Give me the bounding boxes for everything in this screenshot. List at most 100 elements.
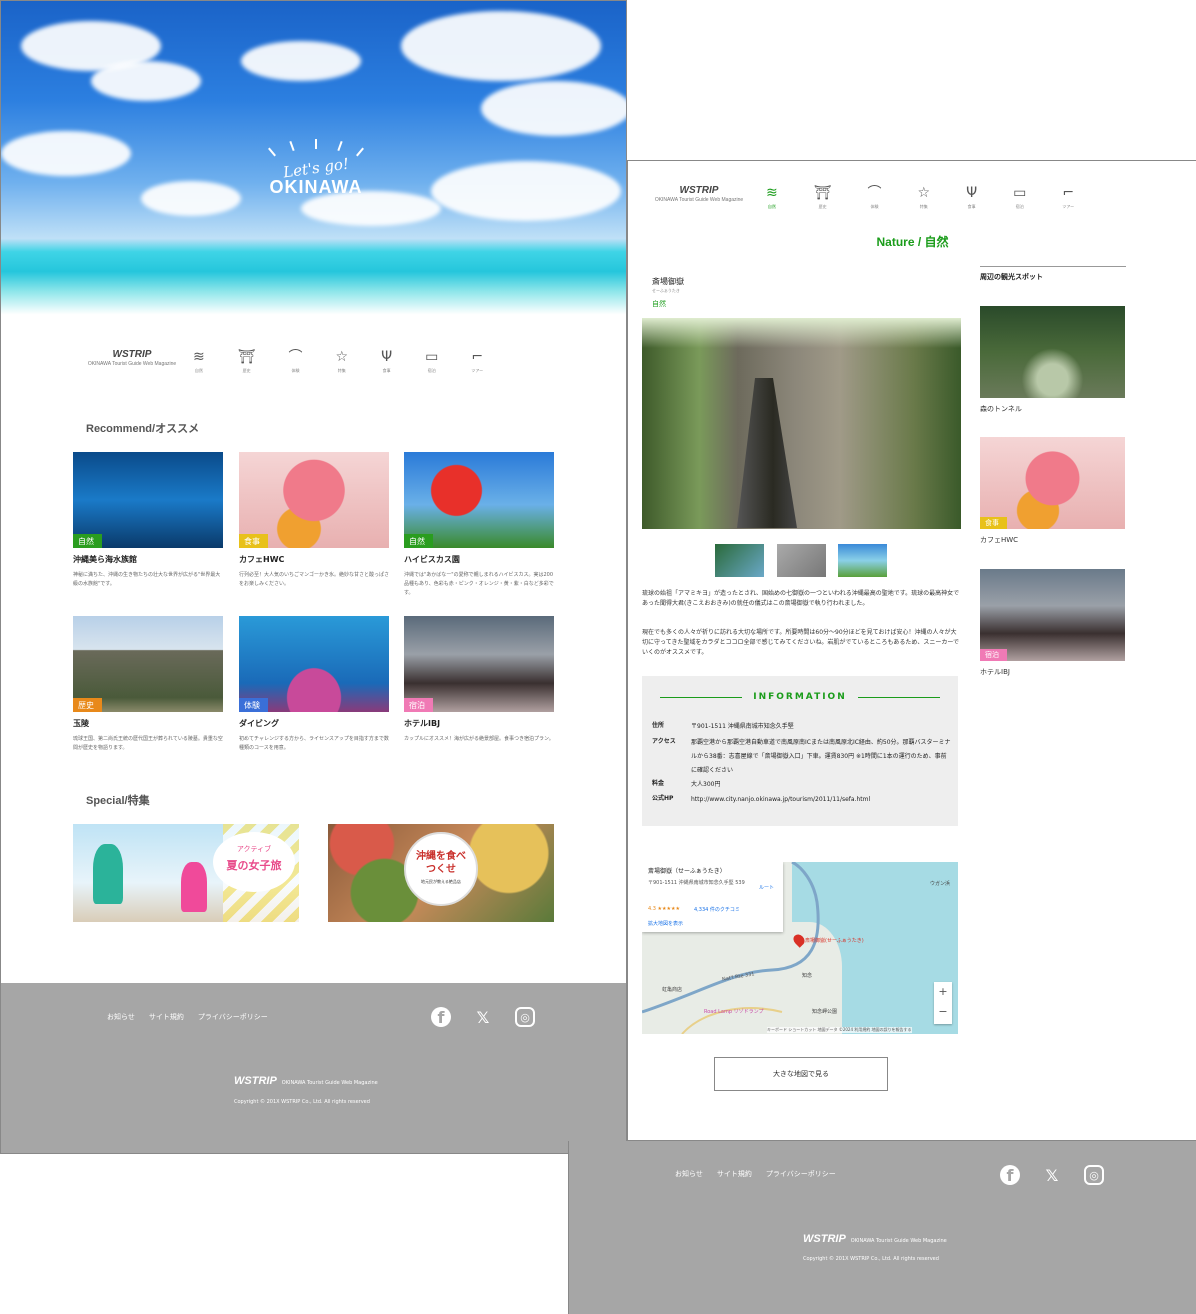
view-large-map-button[interactable]: 大きな地図で見る xyxy=(714,1057,888,1091)
nav-item-2[interactable]: ⌒ 体験 xyxy=(289,349,303,374)
footer-link-terms[interactable]: サイト規約 xyxy=(149,1012,184,1022)
spot-category: 自然 xyxy=(652,300,666,308)
footer-b: お知らせ サイト規約 プライバシーポリシー f 𝕏 ◎ WSTRIP OKINAW… xyxy=(568,1141,1196,1314)
recommend-card[interactable]: 宿泊ホテルIBJ カップルにオススメ！海が広がる絶景部屋。食事つき宿泊プラン。 xyxy=(404,616,554,744)
x-icon[interactable]: 𝕏 xyxy=(473,1007,493,1027)
nav-item-6[interactable]: ⌐ ツアー xyxy=(1062,185,1074,210)
info-hp-link[interactable]: http://www.city.nanjo.okinawa.jp/tourism… xyxy=(691,793,951,807)
map-route-link[interactable]: ルート xyxy=(759,884,774,891)
nearby-spot-name: ホテルIBJ xyxy=(980,668,1010,676)
map-poi-3: ウガン浜 xyxy=(930,881,951,887)
card-image: 宿泊 xyxy=(404,616,554,712)
card-title: ホテルIBJ xyxy=(404,719,441,728)
home-page-mockup: Let's go! OKINAWA WSTRIP OKINAWA Tourist… xyxy=(0,0,627,1154)
nav-item-3[interactable]: ☆ 特集 xyxy=(336,349,349,374)
site-logo[interactable]: WSTRIP OKINAWA Tourist Guide Web Magazin… xyxy=(85,349,179,367)
card-description: カップルにオススメ！海が広がる絶景部屋。食事つき宿泊プラン。 xyxy=(404,736,554,742)
zoom-in-button[interactable]: + xyxy=(934,982,952,1002)
map-address: 〒901-1511 沖縄県南城市知念久手堅 539 xyxy=(648,880,745,886)
nature-page-mockup: WSTRIP OKINAWA Tourist Guide Web Magazin… xyxy=(627,160,1196,1141)
footer-logo: WSTRIP OKINAWA Tourist Guide Web Magazine xyxy=(234,1075,378,1087)
embedded-map[interactable]: 斎場御嶽（せーふぁうたき） 〒901-1511 沖縄県南城市知念久手堅 539 … xyxy=(642,862,958,1034)
footer-link-news[interactable]: お知らせ xyxy=(107,1012,135,1022)
nav-label: 食事 xyxy=(967,204,976,209)
facebook-icon[interactable]: f xyxy=(1000,1165,1020,1185)
nearby-spot-hotel[interactable]: 宿泊 ホテルIBJ xyxy=(980,569,1125,677)
info-fee: 大人300円 xyxy=(691,781,721,788)
zoom-out-button[interactable]: − xyxy=(934,1002,952,1022)
category-tag: 宿泊 xyxy=(404,698,433,712)
nav-item-3[interactable]: ☆ 特集 xyxy=(918,185,931,210)
footer-link-privacy[interactable]: プライバシーポリシー xyxy=(766,1169,836,1179)
information-heading: INFORMATION xyxy=(660,692,940,702)
spot-desc-1: 琉球の始祖「アマミキヨ」が造ったとされ、国始めの七御嶽の一つといわれる沖縄最高の… xyxy=(642,590,960,607)
social-links: f 𝕏 ◎ xyxy=(431,1007,535,1027)
nav-item-5[interactable]: ▭ 宿泊 xyxy=(1013,185,1026,210)
nearby-tag: 宿泊 xyxy=(980,649,1007,661)
nearby-spot-cafe[interactable]: 食事 カフェHWC xyxy=(980,437,1125,545)
site-logo-b[interactable]: WSTRIP OKINAWA Tourist Guide Web Magazin… xyxy=(652,185,746,203)
card-image: 体験 xyxy=(239,616,389,712)
card-image: 歴史 xyxy=(73,616,223,712)
nav-label: 歴史 xyxy=(242,368,251,373)
map-zoom-controls: + − xyxy=(934,982,952,1024)
special-banner-food[interactable]: 沖縄を食べつくせ 地元民が教える絶品店 xyxy=(328,824,554,922)
main-nav-b: WSTRIP OKINAWA Tourist Guide Web Magazin… xyxy=(652,185,1074,210)
spot-header: 斎場御嶽 せーふぁうたき 自然 xyxy=(652,276,684,309)
spot-ruby: せーふぁうたき xyxy=(652,288,680,293)
footer-logo-b: WSTRIP OKINAWA Tourist Guide Web Magazine xyxy=(803,1233,947,1245)
map-rating: 4.3 ★★★★★ xyxy=(648,906,680,912)
map-pin-label: 斎場御嶽(せーふぁうたき) xyxy=(805,938,864,944)
card-title: カフェHWC xyxy=(239,555,285,564)
nav-item-1[interactable]: ⛩ 歴史 xyxy=(814,185,832,210)
recommend-card[interactable]: 自然 沖縄美ら海水族館 神秘に満ちた、沖縄の生き物たちの壮大な世界が広がる"世界最大… xyxy=(73,452,223,589)
info-key-hp: 公式HP xyxy=(652,795,674,802)
temple-icon: ⛩ xyxy=(237,349,256,365)
recommend-card[interactable]: 歴史 玉陵 琉球王国、第二尚氏王統の歴代国王が葬られている陵墓。貴重な空間が歴史を物… xyxy=(73,616,223,753)
nearby-spot-forest[interactable]: 森のトンネル xyxy=(980,306,1125,414)
card-image: 自然 xyxy=(404,452,554,548)
special-summer-title: 夏の女子旅 xyxy=(226,859,282,872)
instagram-icon[interactable]: ◎ xyxy=(515,1007,535,1027)
recommend-title: Recommend/オススメ xyxy=(86,423,200,435)
nearby-spot-name: 森のトンネル xyxy=(980,405,1022,413)
facebook-icon[interactable]: f xyxy=(431,1007,451,1027)
nav-item-5[interactable]: ▭ 宿泊 xyxy=(425,349,438,374)
footer: お知らせ サイト規約 プライバシーポリシー f 𝕏 ◎ WSTRIP OKINAW… xyxy=(1,983,626,1153)
nav-item-4[interactable]: Ψ 食事 xyxy=(966,185,977,210)
snorkel-icon: ⌒ xyxy=(867,185,882,201)
special-food-title: 沖縄を食べつくせ xyxy=(416,851,466,875)
nav-item-2[interactable]: ⌒ 体験 xyxy=(868,185,882,210)
nav-item-4[interactable]: Ψ 食事 xyxy=(381,349,392,374)
instagram-icon[interactable]: ◎ xyxy=(1084,1165,1104,1185)
thumbnail-1[interactable] xyxy=(715,544,764,577)
waves-icon: ≋ xyxy=(193,349,205,365)
map-reviews-link[interactable]: 4,334 件のクチコミ xyxy=(694,906,740,913)
map-attribution: キーボード ショートカット 地図データ ©2024 利用規約 地図の誤りを報告す… xyxy=(767,1027,912,1033)
recommend-card[interactable]: 体験 ダイビング 初めてチャレンジする方から、ライセンスアップを目指す方まで数種類の… xyxy=(239,616,389,753)
spot-name: 斎場御嶽 xyxy=(652,277,684,286)
map-poi-2: Road Lamp リゾドランプ xyxy=(704,1009,764,1015)
nav-item-6[interactable]: ⌐ ツアー xyxy=(471,349,483,374)
thumbnail-3[interactable] xyxy=(838,544,887,577)
shoe-icon: ⌐ xyxy=(1062,185,1075,201)
footer-links-b: お知らせ サイト規約 プライバシーポリシー xyxy=(675,1169,836,1179)
x-icon[interactable]: 𝕏 xyxy=(1042,1165,1062,1185)
footer-link-terms[interactable]: サイト規約 xyxy=(717,1169,752,1179)
social-links-b: f 𝕏 ◎ xyxy=(1000,1165,1104,1185)
card-title: 玉陵 xyxy=(73,719,89,728)
map-poi-1: 虹亀商店 xyxy=(662,987,683,993)
info-key-access: アクセス xyxy=(652,738,676,745)
nav-item-0[interactable]: ≋ 自然 xyxy=(766,185,778,210)
footer-link-news[interactable]: お知らせ xyxy=(675,1169,703,1179)
special-food-small: 地元民が教える絶品店 xyxy=(421,879,461,884)
special-banner-summer[interactable]: アクティブ 夏の女子旅 xyxy=(73,824,299,922)
thumbnail-2[interactable] xyxy=(777,544,826,577)
recommend-card[interactable]: 食事 カフェHWC 行列必至！大人気のいちごマンゴーかき氷。絶妙な甘さと酸っぱさをお… xyxy=(239,452,389,589)
nav-item-0[interactable]: ≋ 自然 xyxy=(193,349,205,374)
map-enlarge-link[interactable]: 拡大地図を表示 xyxy=(648,920,683,927)
nav-item-1[interactable]: ⛩ 歴史 xyxy=(238,349,256,374)
recommend-card[interactable]: 自然 ハイビスカス園 沖縄では"あかばなー"の愛称で親しまれるハイビスカス。実は20… xyxy=(404,452,554,598)
footer-link-privacy[interactable]: プライバシーポリシー xyxy=(198,1012,268,1022)
nav-label: ツアー xyxy=(471,368,484,373)
